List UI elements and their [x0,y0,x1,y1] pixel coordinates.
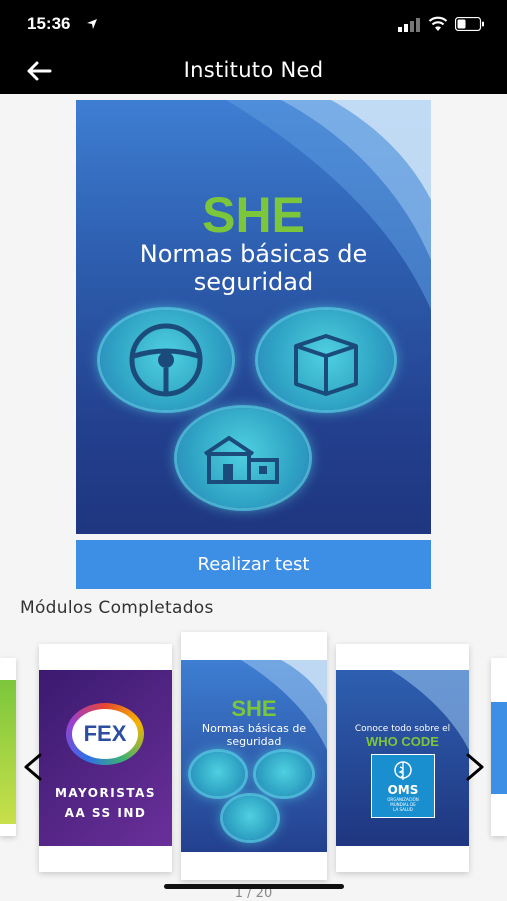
module-cover-image: SHE Normas básicas de seguridad [76,100,431,534]
fex-line1: MAYORISTAS [54,786,157,800]
who-line1: Conoce todo sobre el [354,724,451,734]
wifi-icon [428,16,448,31]
carousel-card-image: Conoce todo sobre el WHO CODE OMS ORGANI… [336,670,469,846]
carousel-prev-arrow-icon[interactable] [22,752,44,782]
battery-icon [455,17,484,31]
carousel-card-next-edge[interactable] [491,658,507,836]
steering-wheel-badge [100,310,232,410]
home-indicator[interactable] [164,884,344,889]
box-icon [294,334,358,396]
module-subtitle-line2: seguridad [193,268,314,296]
house-icon [203,435,279,484]
house-badge [223,796,277,840]
carousel-card-prev-edge[interactable] [0,658,16,836]
carousel-card-image [0,680,16,824]
she-card-subtitle: Normas básicas de seguridad [181,722,327,748]
take-test-button[interactable]: Realizar test [76,540,431,589]
oms-logo-text: OMS [387,783,419,797]
who-line2: WHO CODE [366,734,439,749]
fex-logo: FEX [66,703,144,765]
she-card-subtitle-line1: Normas básicas de [201,722,307,735]
status-time: 15:36 [27,14,71,33]
carousel-card-who-code[interactable]: Conoce todo sobre el WHO CODE OMS ORGANI… [336,644,469,872]
oms-logo: OMS ORGANIZACIÓN MUNDIAL DE LA SALUD [371,754,435,818]
fex-logo-text: FEX [83,721,127,746]
she-card-title: SHE [231,696,277,721]
location-icon [87,19,97,29]
box-badge [258,310,394,410]
steering-wheel-icon [129,323,203,397]
who-emblem-icon [394,761,412,780]
carousel-card-fex[interactable]: FEX MAYORISTAS AA SS IND [39,644,172,872]
module-subtitle: Normas básicas de seguridad [76,240,431,296]
carousel-next-arrow-icon[interactable] [464,752,486,782]
module-subtitle-line1: Normas básicas de [139,240,368,268]
she-card-subtitle-line2: seguridad [226,735,282,748]
steering-wheel-badge [191,752,245,796]
module-title: SHE [202,187,305,243]
box-badge [256,752,312,796]
signal-icon [398,18,420,32]
carousel-card-image: SHE Normas básicas de seguridad [181,660,327,852]
page-title: Instituto Ned [183,58,324,82]
nav-bar: Instituto Ned [0,50,507,94]
fex-line2: AA SS IND [64,806,147,820]
carousel-card-image [491,702,507,794]
house-badge [177,408,309,508]
oms-logo-subtext: ORGANIZACIÓN MUNDIAL DE LA SALUD [372,797,434,812]
oms-logo-sub3: LA SALUD [393,807,413,812]
carousel-card-image: FEX MAYORISTAS AA SS IND [39,670,172,846]
carousel-card-she[interactable]: SHE Normas básicas de seguridad [181,632,327,880]
status-bar: 15:36 [0,0,507,50]
completed-modules-heading: Módulos Completados [20,598,214,618]
